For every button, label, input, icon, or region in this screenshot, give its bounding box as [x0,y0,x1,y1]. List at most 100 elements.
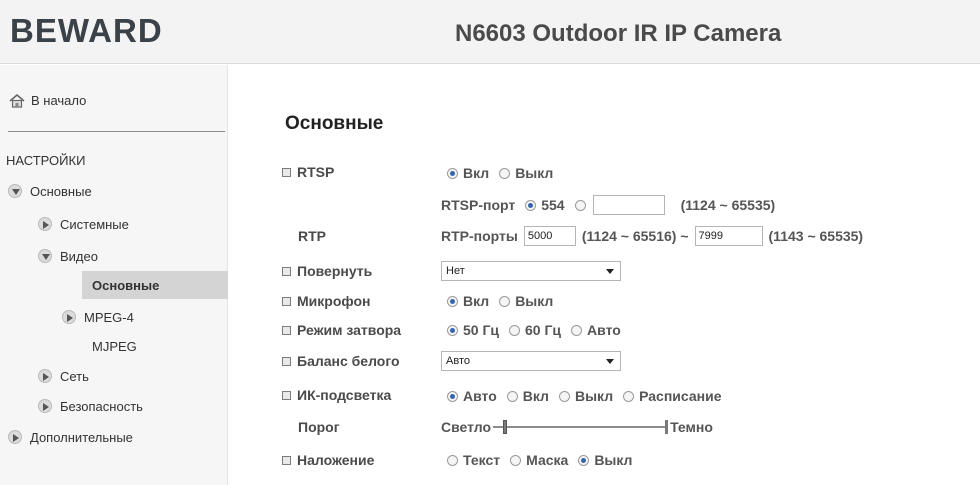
collapse-icon [38,249,52,263]
shutter-60hz-radio[interactable] [509,324,521,336]
shutter-label: Режим затвора [282,320,401,340]
rtsp-off-label: Выкл [515,165,554,181]
overlay-mask-radio[interactable] [510,454,522,466]
rotate-row: Нет [441,259,621,283]
threshold-light-label: Светло [441,419,492,435]
sidebar-item-label: MPEG-4 [84,309,134,325]
threshold-slider[interactable] [493,417,669,437]
expand-icon [38,399,52,413]
white-balance-select[interactable]: Авто [441,351,621,371]
rtp-range-end: (1143 ~ 65535) [768,228,864,244]
rtsp-port-custom-radio[interactable] [574,199,586,211]
bullet-icon [282,296,291,306]
sidebar-item-label: Безопасность [60,398,143,414]
microphone-label-text: Микрофон [297,293,371,309]
white-balance-select-value: Авто [446,355,470,367]
rtsp-port-input[interactable] [592,195,665,215]
sidebar-item-advanced[interactable]: Дополнительные [8,426,133,448]
rtsp-off-radio[interactable] [499,167,511,179]
home-link[interactable]: В начало [9,93,86,108]
rtp-ports-label: RTP-порты [441,228,518,244]
shutter-50hz-label: 50 Гц [463,322,500,338]
overlay-text-label: Текст [463,452,501,468]
dropdown-arrow-icon [606,358,614,364]
sidebar: В начало НАСТРОЙКИ Основные Системные Ви… [0,65,228,485]
home-icon [9,93,25,108]
sidebar-item-label: Дополнительные [30,429,133,445]
rotate-select[interactable]: Нет [441,261,621,281]
shutter-options: 50 Гц 60 Гц Авто [441,318,625,342]
microphone-on-radio[interactable] [447,295,458,307]
rtsp-on-label: Вкл [463,165,490,181]
rtsp-on-radio[interactable] [447,167,458,179]
sidebar-item-label: Основные [30,183,92,199]
threshold-row: Светло Темно [441,415,713,439]
sidebar-item-system[interactable]: Системные [38,213,129,235]
sidebar-item-label: Видео [60,248,98,264]
dropdown-arrow-icon [606,268,614,274]
rtp-port-start-input[interactable] [523,226,576,246]
white-balance-row: Авто [441,349,621,373]
rtp-label-text: RTP [298,228,326,244]
rtsp-port-row: RTSP-порт 554 (1124 ~ 65535) [441,193,775,217]
sidebar-item-label: MJPEG [92,338,137,354]
shutter-50hz-radio[interactable] [447,324,458,336]
overlay-mask-label: Маска [526,452,569,468]
ir-on-radio[interactable] [506,390,518,402]
ir-options: Авто Вкл Выкл Расписание [441,384,725,408]
shutter-auto-radio[interactable] [571,324,583,336]
bullet-icon [282,455,291,465]
sidebar-item-mpeg4[interactable]: MPEG-4 [62,306,134,328]
ir-auto-radio[interactable] [447,390,458,402]
overlay-off-label: Выкл [594,452,633,468]
shutter-auto-label: Авто [587,322,621,338]
overlay-label: Наложение [282,450,374,470]
microphone-on-label: Вкл [463,293,490,309]
sidebar-divider [8,131,225,132]
rtsp-port-default-radio[interactable] [525,199,537,211]
microphone-label: Микрофон [282,291,370,311]
shutter-label-text: Режим затвора [297,322,402,338]
microphone-off-radio[interactable] [499,295,511,307]
sidebar-item-video[interactable]: Видео [38,245,98,267]
slider-handle[interactable] [503,420,508,434]
home-link-label: В начало [31,93,87,108]
rtsp-port-label: RTSP-порт [441,197,516,213]
sidebar-item-network[interactable]: Сеть [38,365,89,387]
slider-end-mark [665,420,669,434]
expand-icon [62,310,76,324]
bullet-icon [282,356,291,366]
ir-on-label: Вкл [522,388,549,404]
expand-icon [8,430,22,444]
expand-icon [38,217,52,231]
rtsp-port-range: (1124 ~ 65535) [680,197,776,213]
sidebar-item-label: Системные [60,216,129,232]
threshold-label-text: Порог [298,419,340,435]
rtp-label: RTP [282,226,326,246]
threshold-label: Порог [282,417,340,437]
ir-label: ИК-подсветка [282,385,391,405]
rotate-label: Повернуть [282,261,372,281]
overlay-text-radio[interactable] [447,454,458,466]
sidebar-item-basic[interactable]: Основные [8,180,92,202]
rtp-range-start: (1124 ~ 65516) ~ [581,228,689,244]
settings-heading: НАСТРОЙКИ [6,153,86,168]
rtsp-port-default-label: 554 [541,197,565,213]
ir-off-radio[interactable] [558,390,570,402]
rtp-ports-row: RTP-порты (1124 ~ 65516) ~ (1143 ~ 65535… [441,224,863,248]
ir-auto-label: Авто [463,388,497,404]
header: BEWARD N6603 Outdoor IR IP Camera [0,0,980,64]
collapse-icon [8,184,22,198]
sidebar-item-video-basic[interactable]: Основные [92,274,159,296]
bullet-icon [282,266,291,276]
page-title: Основные [285,113,384,134]
sidebar-item-security[interactable]: Безопасность [38,395,143,417]
ir-schedule-radio[interactable] [623,390,635,402]
camera-title: N6603 Outdoor IR IP Camera [455,20,782,47]
rtp-port-end-input[interactable] [694,226,763,246]
rotate-select-value: Нет [446,265,465,277]
sidebar-item-mjpeg[interactable]: MJPEG [92,335,137,357]
white-balance-label: Баланс белого [282,351,400,371]
white-balance-label-text: Баланс белого [297,353,400,369]
overlay-off-radio[interactable] [578,454,590,466]
